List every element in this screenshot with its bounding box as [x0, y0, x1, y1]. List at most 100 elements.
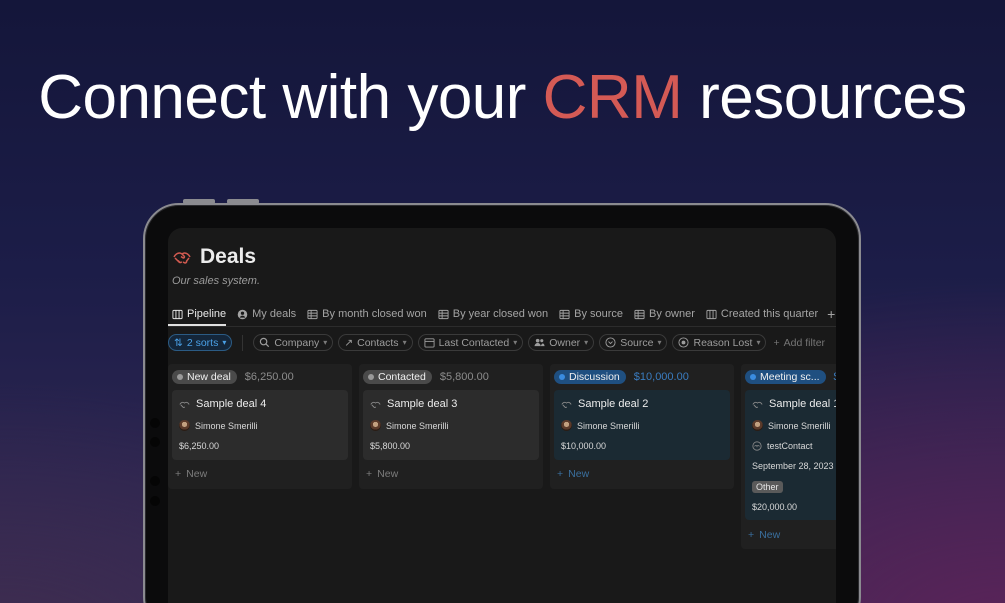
column-header: New deal $6,250.00: [172, 370, 294, 384]
deal-card[interactable]: Sample deal 2 Simone Smerilli $10,000.00: [554, 390, 730, 460]
deal-card[interactable]: Sample deal 3 Simone Smerilli $5,800.00: [363, 390, 539, 460]
board-column-meeting-scheduled: Meeting sc... $ Sample deal 1 Simone Sme…: [741, 364, 836, 549]
view-tabs: Pipeline My deals By month closed won By…: [172, 306, 835, 322]
column-sum: $10,000.00: [633, 371, 689, 383]
status-dot: [177, 374, 183, 380]
page-subtitle: Our sales system.: [172, 275, 261, 287]
tab-label: By month closed won: [322, 308, 427, 320]
add-filter-button[interactable]: + Add filter: [773, 337, 825, 349]
tab-label: Created this quarter: [720, 308, 819, 320]
column-header: Meeting sc... $: [745, 370, 836, 384]
new-deal-button[interactable]: + New: [557, 468, 589, 480]
table-icon: [634, 309, 645, 319]
new-deal-button[interactable]: + New: [366, 468, 398, 480]
filter-owner[interactable]: Owner ▾: [528, 334, 595, 351]
card-owner: Simone Smerilli: [179, 420, 258, 431]
card-title-text: Sample deal 1: [769, 398, 836, 410]
handshake-icon: [752, 441, 762, 451]
filter-label: Contacts: [357, 336, 399, 349]
status-badge: Discussion: [554, 370, 626, 384]
add-view-button[interactable]: +: [827, 306, 835, 322]
card-owner: Simone Smerilli: [561, 420, 640, 431]
filter-contacts[interactable]: ↗ Contacts ▾: [338, 334, 413, 351]
headline: Connect with your CRM resources: [0, 62, 1005, 133]
card-title-text: Sample deal 4: [196, 398, 267, 410]
card-title: Sample deal 3: [370, 398, 457, 410]
filter-company[interactable]: Company ▾: [253, 334, 334, 351]
handshake-icon: [179, 401, 190, 408]
column-sum: $5,800.00: [439, 371, 489, 383]
new-label: New: [568, 468, 590, 480]
sort-arrows-icon: ⇅: [174, 336, 183, 349]
card-date: September 28, 2023: [752, 461, 834, 471]
card-title-text: Sample deal 2: [578, 398, 649, 410]
user-circle-icon: [237, 309, 248, 319]
tab-label: My deals: [252, 308, 297, 320]
tab-by-owner[interactable]: By owner: [634, 308, 695, 320]
deal-card[interactable]: Sample deal 1 Simone Smerilli testContac…: [745, 390, 836, 520]
new-deal-button[interactable]: + New: [748, 529, 780, 541]
sorts-button[interactable]: ⇅ 2 sorts ▾: [168, 334, 233, 351]
filter-label: Company: [274, 336, 320, 349]
card-tag: Other: [752, 481, 783, 493]
card-title: Sample deal 1: [752, 398, 836, 410]
board-column-discussion: Discussion $10,000.00 Sample deal 2 Simo…: [550, 364, 734, 489]
tab-by-year-closed-won[interactable]: By year closed won: [438, 308, 548, 320]
chevron-down-icon: ▾: [222, 338, 227, 347]
tablet-camera-dot: [150, 496, 160, 506]
status-badge: Meeting sc...: [745, 370, 826, 384]
tab-pipeline[interactable]: Pipeline: [172, 308, 226, 320]
circle-chevron-icon: [605, 337, 616, 348]
new-label: New: [759, 529, 781, 541]
tablet-camera-dot: [150, 418, 160, 428]
owner-name: Simone Smerilli: [386, 420, 449, 431]
tab-created-this-quarter[interactable]: Created this quarter: [706, 308, 818, 320]
chevron-down-icon: ▾: [756, 338, 761, 347]
tablet-camera-dot: [150, 476, 160, 486]
handshake-icon: [370, 401, 381, 408]
filter-last-contacted[interactable]: Last Contacted ▾: [417, 334, 524, 351]
amount-value: $5,800.00: [370, 441, 411, 451]
plus-icon: +: [773, 336, 780, 349]
page-header: Deals: [172, 245, 256, 269]
card-title: Sample deal 4: [179, 398, 266, 410]
column-sum: $6,250.00: [244, 371, 294, 383]
board-column-new-deal: New deal $6,250.00 Sample deal 4 Simone …: [168, 364, 352, 489]
card-title: Sample deal 2: [561, 398, 648, 410]
tab-my-deals[interactable]: My deals: [237, 308, 296, 320]
status-label: Meeting sc...: [760, 371, 820, 383]
board-column-contacted: Contacted $5,800.00 Sample deal 3 Simone…: [359, 364, 543, 489]
plus-icon: +: [557, 468, 564, 480]
status-label: New deal: [187, 371, 231, 383]
filter-source[interactable]: Source ▾: [599, 334, 668, 351]
deal-card[interactable]: Sample deal 4 Simone Smerilli $6,250.00: [172, 390, 348, 460]
chevron-down-icon: ▾: [584, 338, 589, 347]
board-icon: [172, 309, 183, 319]
headline-after: resources: [682, 63, 967, 132]
status-badge: Contacted: [363, 370, 432, 384]
new-deal-button[interactable]: + New: [175, 468, 207, 480]
card-title-text: Sample deal 3: [387, 398, 458, 410]
card-amount: $20,000.00: [752, 502, 797, 512]
filter-reason-lost[interactable]: Reason Lost ▾: [672, 334, 767, 351]
chevron-down-icon: ▾: [657, 338, 662, 347]
table-icon: [307, 309, 318, 319]
column-sum: $: [834, 371, 836, 383]
tab-by-source[interactable]: By source: [559, 308, 623, 320]
sorts-label: 2 sorts: [186, 336, 219, 349]
chevron-down-icon: ▾: [402, 338, 407, 347]
tab-label: By year closed won: [452, 308, 549, 320]
card-owner: Simone Smerilli: [370, 420, 449, 431]
status-dot: [559, 374, 565, 380]
amount-value: $6,250.00: [179, 441, 220, 451]
filter-separator: [242, 334, 244, 351]
tab-by-month-closed-won[interactable]: By month closed won: [307, 308, 427, 320]
new-label: New: [186, 468, 208, 480]
filter-label: Owner: [549, 336, 581, 349]
contact-name: testContact: [767, 441, 813, 451]
handshake-icon: [561, 401, 572, 408]
avatar: [370, 420, 381, 431]
plus-icon: +: [175, 468, 182, 480]
avatar: [561, 420, 572, 431]
plus-icon: +: [748, 529, 755, 541]
